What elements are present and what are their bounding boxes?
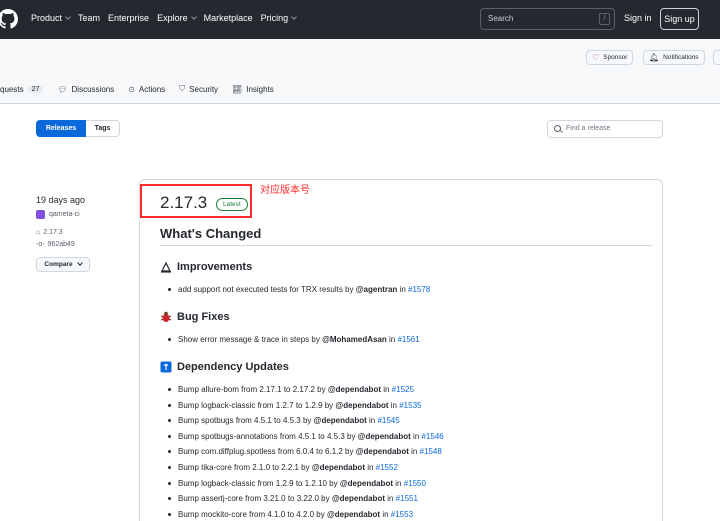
- pr-link[interactable]: #1525: [392, 385, 414, 394]
- release-author[interactable]: qameta-ci: [36, 210, 80, 219]
- list-item: Bump logback-classic from 1.2.9 to 1.2.1…: [168, 479, 426, 488]
- tab-actions[interactable]: ⊙ Actions: [128, 84, 165, 94]
- pr-link[interactable]: #1535: [399, 401, 421, 410]
- releases-tags-toggle: Releases Tags: [36, 120, 120, 137]
- repo-tabs: quests 27 💬︎ Discussions ⊙ Actions ⛉ Sec…: [0, 84, 288, 94]
- list-item: Bump tika-core from 2.1.0 to 2.2.1 by @d…: [168, 463, 398, 472]
- nav-team[interactable]: Team: [78, 13, 100, 23]
- pr-link[interactable]: #1561: [397, 335, 419, 344]
- improvements-heading: Improvements: [160, 261, 252, 273]
- list-item: Bump logback-classic from 1.2.7 to 1.2.9…: [168, 401, 421, 410]
- list-item: Show error message & trace in steps by @…: [168, 335, 420, 344]
- github-logo-icon[interactable]: [0, 9, 18, 29]
- play-icon: ⊙: [128, 84, 135, 94]
- pr-link[interactable]: #1578: [408, 285, 430, 294]
- notifications-button[interactable]: 🔔︎ Notifications: [643, 50, 705, 65]
- chevron-down-icon: [291, 13, 297, 20]
- list-item: Bump allure-bom from 2.17.1 to 2.17.2 by…: [168, 385, 414, 394]
- pr-link[interactable]: #1550: [404, 479, 426, 488]
- divider: [160, 245, 652, 246]
- list-item: Bump assertj-core from 3.21.0 to 3.22.0 …: [168, 494, 418, 503]
- tab-pull-requests[interactable]: quests 27: [0, 84, 44, 94]
- search-icon: [554, 125, 561, 132]
- pr-link[interactable]: #1546: [421, 432, 443, 441]
- release-date: 19 days ago: [36, 195, 86, 205]
- list-item: Bump com.diffplug.spotless from 6.0.4 to…: [168, 447, 442, 456]
- graph-icon: 📈︎: [232, 84, 243, 94]
- pr-link[interactable]: #1553: [391, 510, 413, 519]
- chevron-down-icon: [65, 13, 71, 20]
- pull-requests-count: 27: [27, 85, 44, 93]
- memo-icon: [160, 261, 172, 273]
- tab-security[interactable]: ⛉ Security: [179, 84, 218, 94]
- compare-button[interactable]: Compare: [36, 257, 90, 272]
- sponsor-button[interactable]: ♡ Sponsor: [586, 50, 634, 65]
- box-icon: [160, 361, 172, 373]
- list-item: add support not executed tests for TRX r…: [168, 285, 430, 294]
- tag-icon: ⌂: [36, 229, 41, 236]
- pr-link[interactable]: #1545: [377, 416, 399, 425]
- shield-icon: ⛉: [179, 84, 186, 93]
- global-header: Product Team Enterprise Explore Marketpl…: [0, 0, 720, 39]
- main-nav: Product Team Enterprise Explore Marketpl…: [31, 13, 304, 23]
- bug-fixes-heading: Bug Fixes: [160, 311, 230, 323]
- heart-icon: ♡: [592, 53, 600, 62]
- tab-discussions[interactable]: 💬︎ Discussions: [57, 84, 114, 94]
- pr-link[interactable]: #1552: [376, 463, 398, 472]
- sign-up-button[interactable]: Sign up: [660, 8, 699, 30]
- nav-marketplace[interactable]: Marketplace: [204, 13, 253, 23]
- releases-tab[interactable]: Releases: [36, 120, 86, 137]
- nav-explore[interactable]: Explore: [157, 13, 197, 23]
- whats-changed-heading: What's Changed: [160, 226, 262, 241]
- nav-pricing[interactable]: Pricing: [261, 13, 297, 23]
- nav-enterprise[interactable]: Enterprise: [108, 13, 149, 23]
- list-item: Bump spotbugs from 4.5.1 to 4.5.3 by @de…: [168, 416, 400, 425]
- tags-tab[interactable]: Tags: [86, 120, 120, 137]
- avatar: [36, 210, 45, 219]
- search-input[interactable]: Search /: [480, 8, 615, 30]
- repo-header: t ♡ Sponsor 🔔︎ Notifications quests 27 💬…: [0, 39, 720, 104]
- tab-insights[interactable]: 📈︎ Insights: [232, 84, 274, 94]
- search-shortcut-key: /: [599, 13, 610, 25]
- nav-product[interactable]: Product: [31, 13, 71, 23]
- dependency-updates-heading: Dependency Updates: [160, 361, 289, 373]
- comment-discussion-icon: 💬︎: [57, 84, 68, 94]
- annotation-label: 对应版本号: [260, 185, 310, 196]
- list-item: Bump spotbugs-annotations from 4.5.1 to …: [168, 432, 444, 441]
- star-button[interactable]: [713, 50, 720, 65]
- chevron-down-icon: [190, 13, 197, 20]
- bell-icon: 🔔︎: [649, 53, 660, 62]
- annotation-box: [140, 184, 252, 218]
- bug-icon: [160, 311, 172, 323]
- pr-link[interactable]: #1548: [420, 447, 442, 456]
- find-release-input[interactable]: Find a release: [547, 120, 663, 138]
- pr-link[interactable]: #1551: [396, 494, 418, 503]
- sign-in-link[interactable]: Sign in: [624, 13, 652, 23]
- release-tag[interactable]: ⌂ 2.17.3: [36, 229, 63, 236]
- chevron-down-icon: [76, 260, 83, 266]
- release-commit[interactable]: -o- 962ab49: [36, 241, 75, 248]
- git-commit-icon: -o-: [36, 241, 45, 248]
- list-item: Bump mockito-core from 4.1.0 to 4.2.0 by…: [168, 510, 413, 519]
